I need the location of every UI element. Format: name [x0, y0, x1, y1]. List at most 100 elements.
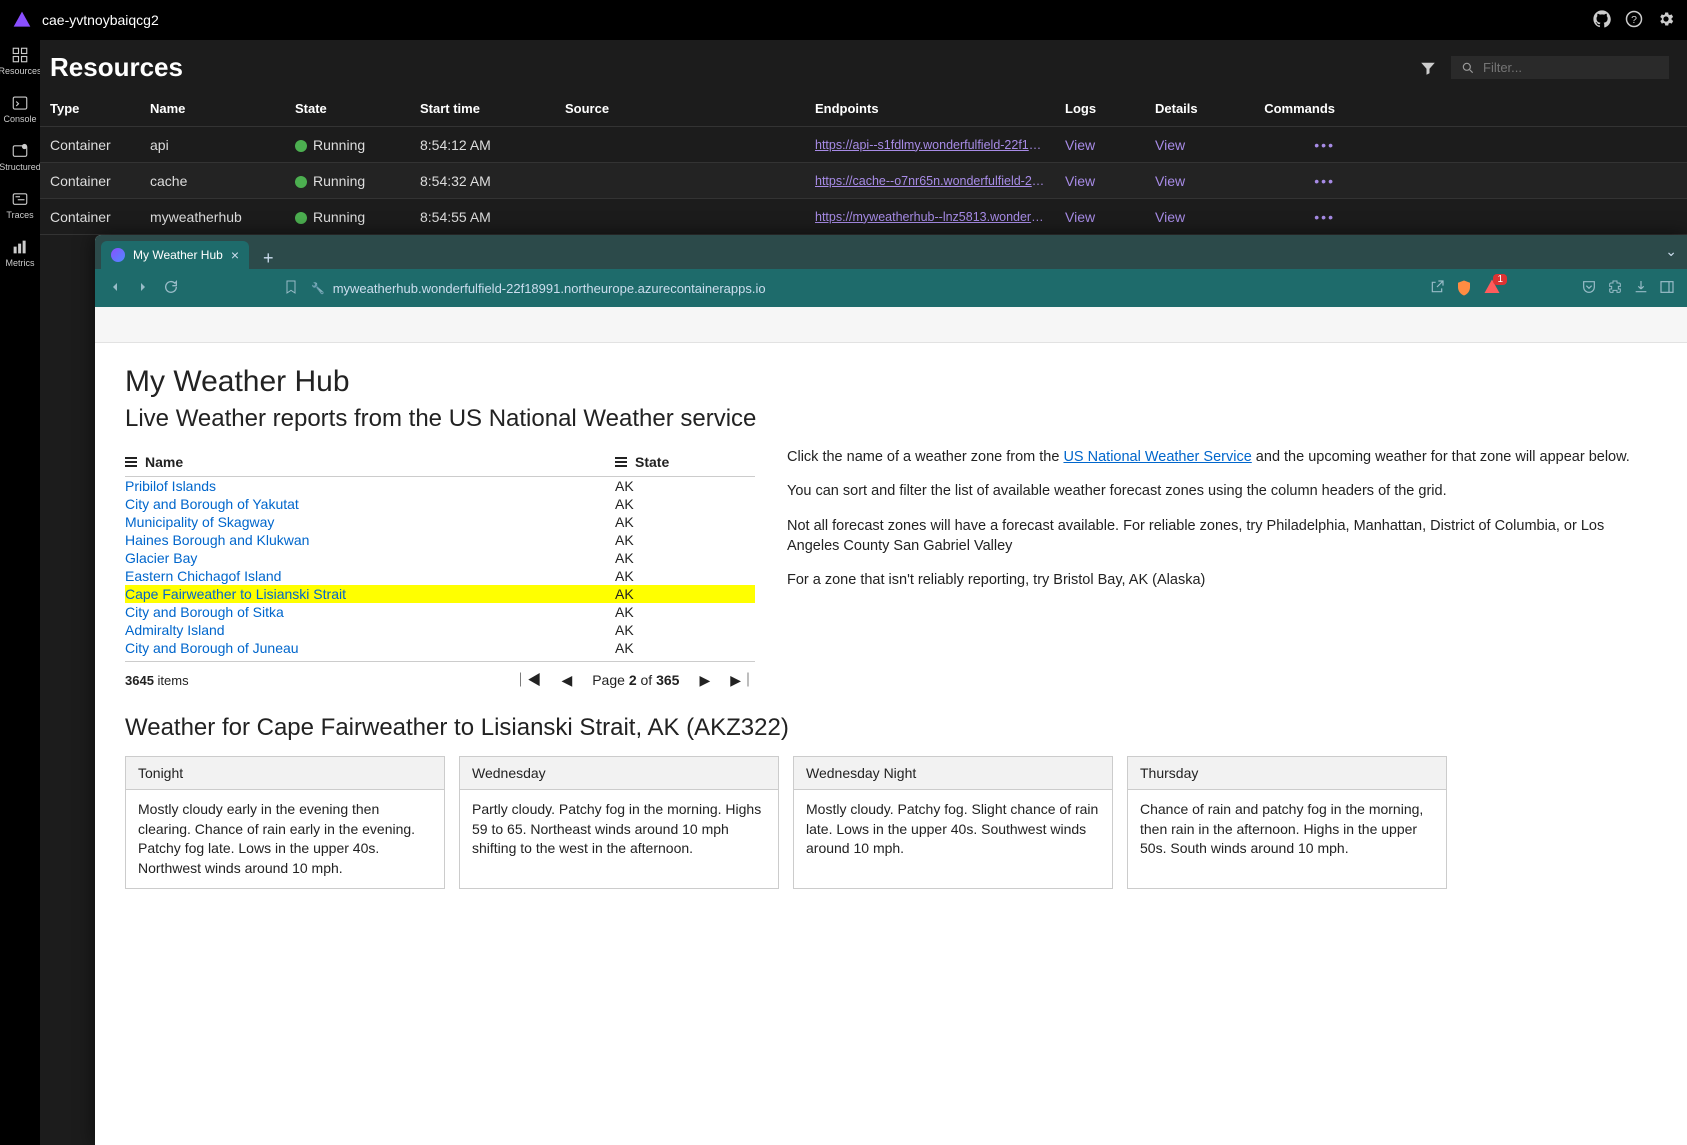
zone-state: AK — [615, 496, 755, 512]
cell-start: 8:54:55 AM — [420, 209, 565, 225]
zone-row: Admiralty Island AK — [125, 621, 755, 639]
cell-endpoint: https://api--s1fdlmy.wonderfulfield-22f1… — [815, 138, 1065, 152]
description-panel: Click the name of a weather zone from th… — [787, 447, 1657, 604]
commands-menu[interactable]: ••• — [1255, 209, 1335, 225]
zone-col-name[interactable]: Name — [125, 453, 183, 470]
sidebar-item-metrics[interactable]: Metrics — [6, 238, 35, 268]
page-title: Resources — [50, 52, 1419, 83]
cell-endpoint: https://myweatherhub--lnz5813.wonderfulf… — [815, 210, 1065, 224]
logs-link[interactable]: View — [1065, 209, 1155, 225]
zone-link[interactable]: Glacier Bay — [125, 550, 197, 566]
url-display[interactable]: 🔧 myweatherhub.wonderfulfield-22f18991.n… — [311, 281, 1417, 296]
col-details[interactable]: Details — [1155, 101, 1255, 116]
zone-state: AK — [615, 568, 755, 584]
col-logs[interactable]: Logs — [1065, 101, 1155, 116]
cell-name: api — [150, 137, 295, 153]
next-page-button[interactable]: ▶ — [699, 672, 710, 689]
filter-input[interactable] — [1483, 60, 1659, 75]
zone-link[interactable]: Municipality of Skagway — [125, 514, 274, 530]
zone-link[interactable]: Haines Borough and Klukwan — [125, 532, 309, 548]
nws-link[interactable]: US National Weather Service — [1063, 449, 1251, 465]
forward-button[interactable] — [135, 279, 151, 298]
details-link[interactable]: View — [1155, 173, 1255, 189]
first-page-button[interactable]: ｜◀ — [513, 670, 541, 690]
zone-col-state[interactable]: State — [615, 453, 755, 470]
browser-tab[interactable]: My Weather Hub × — [101, 241, 249, 269]
sidebar-item-structured[interactable]: + Structured — [0, 142, 41, 172]
zone-link[interactable]: Admiralty Island — [125, 622, 225, 638]
tabs-dropdown-icon[interactable]: ⌄ — [1665, 243, 1677, 260]
filter-icon[interactable] — [1419, 59, 1437, 77]
tab-close-icon[interactable]: × — [231, 247, 239, 263]
zone-row: City and Borough of Yakutat AK — [125, 495, 755, 513]
col-type[interactable]: Type — [50, 101, 150, 116]
zone-link[interactable]: Eastern Chichagof Island — [125, 568, 281, 584]
pocket-icon[interactable] — [1581, 279, 1597, 298]
zone-link[interactable]: Pribilof Islands — [125, 478, 216, 494]
endpoint-link[interactable]: https://api--s1fdlmy.wonderfulfield-22f1… — [815, 138, 1045, 152]
forecast-card: ThursdayChance of rain and patchy fog in… — [1127, 756, 1447, 889]
sidebar-label: Console — [3, 114, 36, 124]
cell-name: cache — [150, 173, 295, 189]
endpoint-link[interactable]: https://myweatherhub--lnz5813.wonderfulf… — [815, 210, 1045, 224]
zone-state: AK — [615, 586, 755, 602]
share-icon[interactable] — [1429, 279, 1445, 298]
zone-link[interactable]: City and Borough of Yakutat — [125, 496, 299, 512]
github-icon[interactable] — [1593, 10, 1611, 31]
sidebar-item-console[interactable]: Console — [3, 94, 36, 124]
sidebar-item-resources[interactable]: Resources — [0, 46, 42, 76]
brave-rewards-icon[interactable]: 1 — [1483, 278, 1501, 299]
zone-row: Cape Fairweather to Lisianski Strait AK — [125, 585, 755, 603]
cell-state: Running — [295, 137, 420, 153]
back-button[interactable] — [107, 279, 123, 298]
zone-state: AK — [615, 604, 755, 620]
filter-search-box[interactable] — [1451, 56, 1669, 79]
col-state[interactable]: State — [295, 101, 420, 116]
help-icon[interactable]: ? — [1625, 10, 1643, 31]
last-page-button[interactable]: ▶｜ — [730, 670, 755, 690]
commands-menu[interactable]: ••• — [1255, 137, 1335, 153]
table-row: ContainercacheRunning8:54:32 AMhttps://c… — [40, 163, 1687, 199]
logs-link[interactable]: View — [1065, 137, 1155, 153]
cell-state: Running — [295, 173, 420, 189]
col-start[interactable]: Start time — [420, 101, 565, 116]
svg-text:?: ? — [1631, 13, 1637, 25]
details-link[interactable]: View — [1155, 209, 1255, 225]
sidebar-toggle-icon[interactable] — [1659, 279, 1675, 298]
commands-menu[interactable]: ••• — [1255, 173, 1335, 189]
items-count: 3645 items — [125, 673, 513, 688]
col-source[interactable]: Source — [565, 101, 815, 116]
reload-button[interactable] — [163, 279, 179, 298]
aspire-logo-icon — [12, 10, 32, 30]
downloads-icon[interactable] — [1633, 279, 1649, 298]
zone-link[interactable]: Cape Fairweather to Lisianski Strait — [125, 586, 346, 602]
details-link[interactable]: View — [1155, 137, 1255, 153]
extensions-icon[interactable] — [1607, 279, 1623, 298]
settings-icon[interactable] — [1657, 10, 1675, 31]
zone-state: AK — [615, 622, 755, 638]
tab-title: My Weather Hub — [133, 248, 223, 262]
forecast-card-body: Mostly cloudy. Patchy fog. Slight chance… — [794, 790, 1112, 869]
zone-link[interactable]: City and Borough of Sitka — [125, 604, 284, 620]
cell-start: 8:54:32 AM — [420, 173, 565, 189]
forecast-card: WednesdayPartly cloudy. Patchy fog in th… — [459, 756, 779, 889]
prev-page-button[interactable]: ◀ — [561, 672, 572, 689]
bookmark-icon[interactable] — [283, 279, 299, 298]
zone-row: City and Borough of Sitka AK — [125, 603, 755, 621]
site-info-icon[interactable]: 🔧 — [311, 282, 325, 295]
col-name[interactable]: Name — [150, 101, 295, 116]
forecast-card-body: Chance of rain and patchy fog in the mor… — [1128, 790, 1446, 869]
col-endpoints[interactable]: Endpoints — [815, 101, 1065, 116]
zone-link[interactable]: City and Borough of Juneau — [125, 640, 299, 656]
col-commands[interactable]: Commands — [1255, 101, 1335, 116]
logs-link[interactable]: View — [1065, 173, 1155, 189]
sidebar-item-traces[interactable]: Traces — [6, 190, 33, 220]
endpoint-link[interactable]: https://cache--o7nr65n.wonderfulfield-22… — [815, 174, 1045, 188]
sidebar-label: Metrics — [6, 258, 35, 268]
forecast-card-title: Wednesday Night — [794, 757, 1112, 790]
forecast-heading: Weather for Cape Fairweather to Lisiansk… — [125, 714, 1657, 742]
forecast-card-body: Partly cloudy. Patchy fog in the morning… — [460, 790, 778, 869]
menu-icon — [615, 455, 627, 469]
new-tab-button[interactable]: + — [255, 248, 282, 269]
brave-shield-icon[interactable] — [1455, 279, 1473, 297]
